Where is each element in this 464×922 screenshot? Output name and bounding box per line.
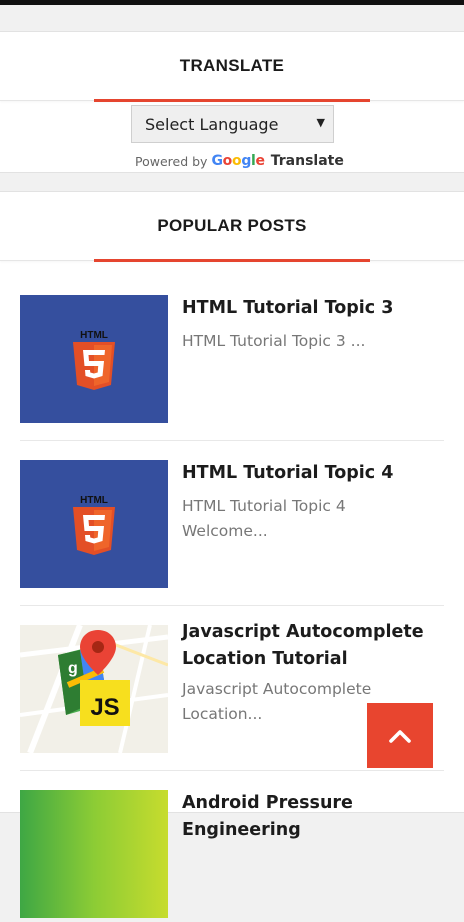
maps-js-thumbnail-icon: g JS bbox=[20, 625, 168, 753]
translate-link: Translate bbox=[270, 153, 344, 169]
title-underline bbox=[94, 259, 370, 262]
powered-by-google[interactable]: Powered by Google Translate bbox=[135, 151, 344, 171]
language-select[interactable]: Select Language ▼ bbox=[131, 105, 334, 143]
html5-logo-icon: HTML bbox=[73, 495, 115, 555]
svg-text:g: g bbox=[68, 660, 78, 677]
svg-text:HTML: HTML bbox=[80, 495, 108, 506]
svg-text:JS: JS bbox=[90, 694, 119, 721]
post-excerpt-line-2: Welcome... bbox=[182, 522, 268, 540]
post-thumbnail[interactable]: HTML bbox=[20, 460, 168, 588]
divider bbox=[20, 605, 444, 606]
caret-down-icon: ▼ bbox=[316, 116, 325, 129]
translate-widget: TRANSLATE Select Language ▼ Powered by G… bbox=[0, 31, 464, 173]
post-thumbnail[interactable] bbox=[20, 790, 168, 918]
status-bar bbox=[0, 0, 464, 5]
translate-widget-title: TRANSLATE bbox=[179, 56, 285, 75]
post-thumbnail[interactable]: g JS bbox=[20, 625, 168, 753]
post-excerpt-line-1: Javascript Autocomplete bbox=[182, 680, 372, 698]
html5-logo-icon: HTML bbox=[73, 330, 115, 390]
post-excerpt-line-1: HTML Tutorial Topic 4 bbox=[182, 497, 346, 515]
post-title-line-1[interactable]: Javascript Autocomplete bbox=[182, 619, 432, 646]
powered-by-label: Powered by bbox=[135, 153, 208, 169]
language-select-value: Select Language bbox=[145, 114, 279, 134]
post-excerpt: HTML Tutorial Topic 3 ... bbox=[182, 332, 366, 350]
divider bbox=[20, 440, 444, 441]
post-item[interactable]: HTML HTML Tutorial Topic 3 HTML Tutorial… bbox=[20, 295, 444, 427]
svg-text:HTML: HTML bbox=[80, 330, 108, 341]
post-title[interactable]: HTML Tutorial Topic 3 bbox=[182, 295, 432, 322]
translate-widget-header: TRANSLATE bbox=[0, 32, 464, 102]
post-thumbnail[interactable]: HTML bbox=[20, 295, 168, 423]
divider bbox=[20, 770, 444, 771]
scroll-to-top-button[interactable] bbox=[367, 703, 433, 768]
post-excerpt-line-2: Location... bbox=[182, 705, 263, 723]
post-title[interactable]: Android Pressure Engineering bbox=[182, 790, 432, 844]
post-item[interactable]: Android Pressure Engineering bbox=[20, 790, 444, 922]
chevron-up-icon bbox=[389, 729, 411, 743]
post-item[interactable]: HTML HTML Tutorial Topic 4 HTML Tutorial… bbox=[20, 460, 444, 592]
popular-posts-title: POPULAR POSTS bbox=[157, 216, 307, 235]
popular-posts-header: POPULAR POSTS bbox=[0, 192, 464, 262]
google-logo: Google bbox=[211, 153, 265, 169]
post-title-line-2[interactable]: Location Tutorial bbox=[182, 646, 432, 673]
post-title[interactable]: HTML Tutorial Topic 4 bbox=[182, 460, 432, 487]
title-underline bbox=[94, 99, 370, 102]
